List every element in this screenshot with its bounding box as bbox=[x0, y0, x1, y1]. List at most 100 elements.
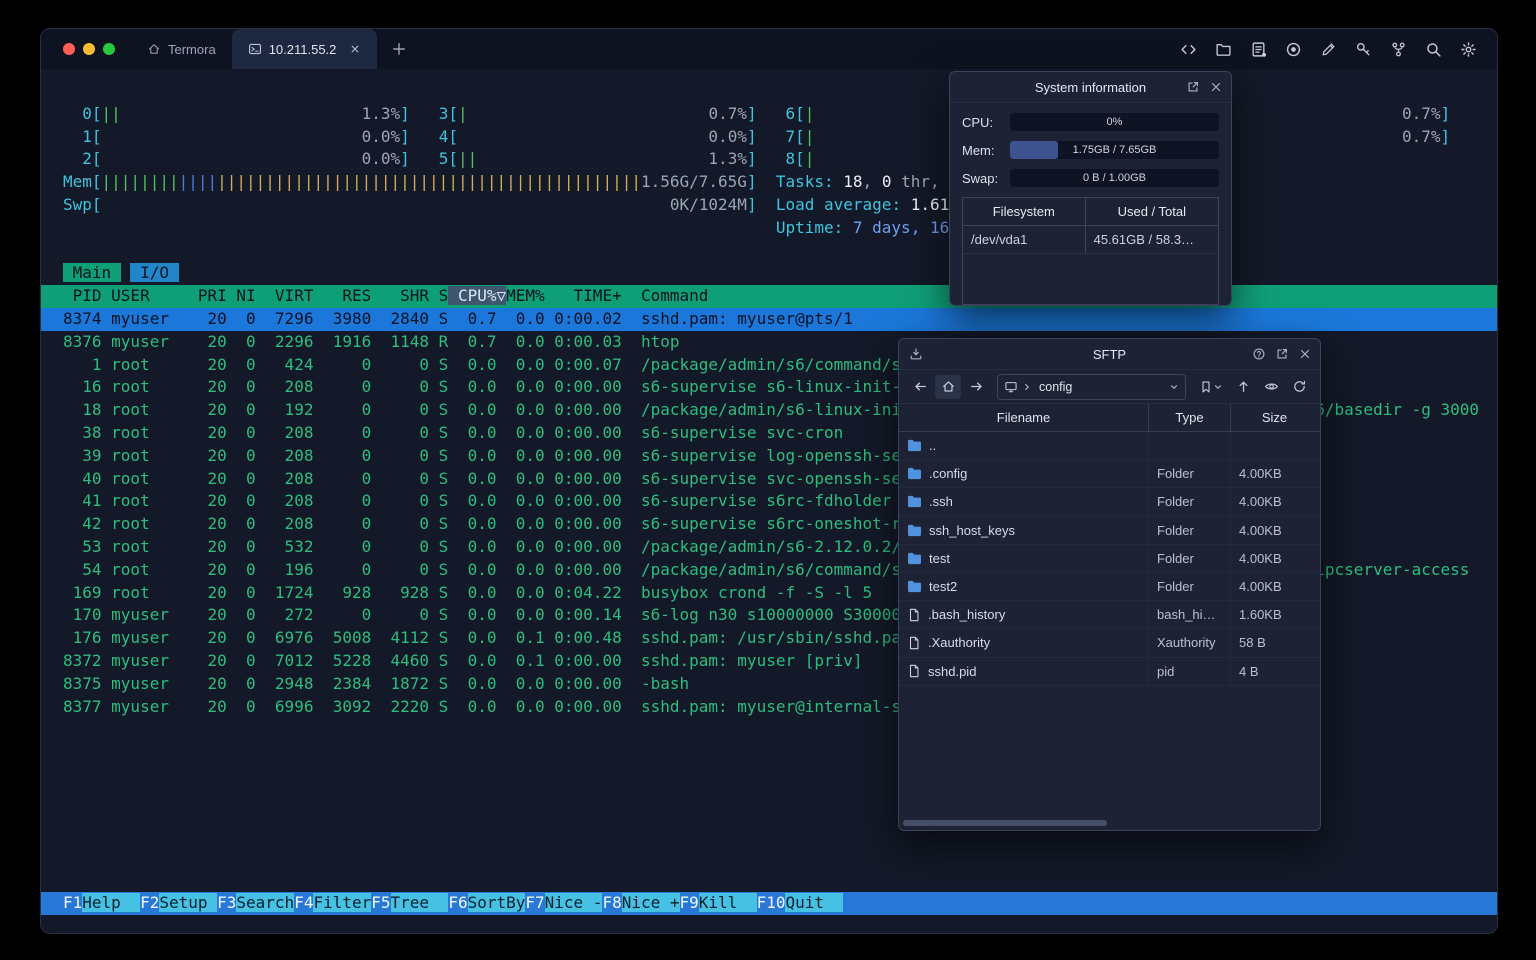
file-size bbox=[1231, 432, 1318, 459]
terminal-line: Mem[||||||||||||||||||||||||||||||||||||… bbox=[63, 172, 1113, 192]
fkey-F3[interactable]: F3 bbox=[217, 893, 236, 912]
fkey-label-F1[interactable]: Help bbox=[82, 893, 141, 913]
sort-column-cpu[interactable]: CPU%▽ bbox=[448, 286, 507, 306]
popout-system-info-button[interactable] bbox=[1186, 80, 1200, 94]
column-size[interactable]: Size bbox=[1231, 404, 1318, 431]
fkey-F1[interactable]: F1 bbox=[63, 893, 82, 912]
fkey-F8[interactable]: F8 bbox=[602, 893, 621, 912]
fkey-F2[interactable]: F2 bbox=[140, 893, 159, 912]
fkey-label-F10[interactable]: Quit bbox=[785, 893, 844, 913]
terminal-line: 1[ 0.0%] 4[ 0.0%] 7[| 0.7%] bbox=[63, 126, 1451, 146]
home-icon bbox=[942, 381, 954, 392]
tab-label: Termora bbox=[168, 41, 216, 57]
process-row-8374[interactable]: 8374 myuser 20 0 7296 3980 2840 S 0.7 0.… bbox=[41, 307, 1497, 331]
back-button[interactable] bbox=[907, 375, 933, 399]
file-row-..[interactable]: .. bbox=[899, 432, 1320, 461]
fs-col-filesystem: Filesystem bbox=[963, 198, 1086, 225]
mem-usage-bar: 1.75GB / 7.65GB bbox=[1010, 141, 1219, 159]
show-hidden-files-button[interactable] bbox=[1258, 375, 1284, 399]
filesystem-row[interactable]: /dev/vda1 45.61GB / 58.3… bbox=[963, 226, 1218, 254]
file-table-header[interactable]: Filename Type Size bbox=[899, 404, 1320, 432]
folder-icon bbox=[908, 524, 921, 536]
folder-icon bbox=[908, 468, 921, 480]
path-segment-config[interactable]: config bbox=[1036, 380, 1075, 394]
search-button[interactable] bbox=[1421, 37, 1446, 62]
column-type[interactable]: Type bbox=[1149, 404, 1231, 431]
close-sftp-button[interactable] bbox=[1298, 347, 1312, 361]
file-row-.Xauthority[interactable]: .Xauthority Xauthority 58 B bbox=[899, 629, 1320, 658]
close-tab-button[interactable] bbox=[349, 43, 361, 55]
refresh-button[interactable] bbox=[1286, 375, 1312, 399]
file-type: Folder bbox=[1149, 488, 1231, 516]
fkey-F5[interactable]: F5 bbox=[371, 893, 390, 912]
file-icon bbox=[909, 636, 919, 650]
fkey-label-F5[interactable]: Tree bbox=[390, 893, 449, 913]
forward-button[interactable] bbox=[963, 375, 989, 399]
zoom-window-button[interactable] bbox=[103, 43, 115, 55]
popout-sftp-button[interactable] bbox=[1275, 347, 1289, 361]
fkey-F7[interactable]: F7 bbox=[525, 893, 544, 912]
file-row-.config[interactable]: .config Folder 4.00KB bbox=[899, 460, 1320, 489]
function-bar[interactable]: F1Help F2Setup F3SearchF4FilterF5Tree F6… bbox=[41, 892, 1497, 915]
scrollbar-thumb[interactable] bbox=[903, 820, 1108, 826]
path-bar[interactable]: config bbox=[997, 373, 1186, 400]
settings-button[interactable] bbox=[1456, 37, 1481, 62]
file-row-test2[interactable]: test2 Folder 4.00KB bbox=[899, 572, 1320, 602]
fkey-label-F4[interactable]: Filter bbox=[313, 893, 372, 913]
branch-button[interactable] bbox=[1386, 37, 1411, 62]
close-icon bbox=[1300, 349, 1310, 359]
transfers-button[interactable] bbox=[909, 347, 923, 361]
file-row-test[interactable]: test Folder 4.00KB bbox=[899, 544, 1320, 573]
column-filename[interactable]: Filename bbox=[899, 404, 1149, 431]
close-icon bbox=[352, 45, 359, 53]
file-row-sshd.pid[interactable]: sshd.pid pid 4 B bbox=[899, 657, 1320, 686]
log-button[interactable] bbox=[1246, 37, 1271, 62]
file-size: 4.00KB bbox=[1239, 579, 1282, 595]
fkey-label-F7[interactable]: Nice - bbox=[544, 893, 603, 913]
fkey-label-F8[interactable]: Nice + bbox=[621, 893, 680, 913]
chevron-down-icon[interactable] bbox=[1169, 382, 1179, 392]
terminal-line: Uptime: 7 days, 16:29:20 bbox=[775, 217, 1008, 237]
key-button[interactable] bbox=[1351, 37, 1376, 62]
system-info-body: CPU: 0% Mem: 1.75GB / 7.65GB Swap: 0 B /… bbox=[950, 103, 1231, 305]
bookmarks-button[interactable] bbox=[1194, 375, 1228, 399]
file-size: 58 B bbox=[1239, 635, 1266, 651]
minimize-window-button[interactable] bbox=[83, 43, 95, 55]
fkey-F4[interactable]: F4 bbox=[294, 893, 313, 912]
edit-icon bbox=[1322, 43, 1335, 55]
file-row-.ssh[interactable]: .ssh Folder 4.00KB bbox=[899, 488, 1320, 517]
help-button[interactable] bbox=[1252, 347, 1266, 361]
fkey-F9[interactable]: F9 bbox=[680, 893, 699, 912]
fkey-label-F3[interactable]: Search bbox=[236, 893, 295, 913]
fkey-F6[interactable]: F6 bbox=[448, 893, 467, 912]
folder-button[interactable] bbox=[1211, 37, 1236, 62]
record-button[interactable] bbox=[1281, 37, 1306, 62]
arrow-left-icon bbox=[914, 382, 926, 391]
computer-icon bbox=[1005, 381, 1017, 392]
system-info-panel: System information CPU: 0% Mem: 1.75GB /… bbox=[949, 71, 1232, 306]
file-row-.bash_history[interactable]: .bash_history bash_hi… 1.60KB bbox=[899, 601, 1320, 630]
file-type: Folder bbox=[1149, 516, 1231, 544]
fkey-label-F2[interactable]: Setup bbox=[159, 893, 218, 913]
process-table-header[interactable]: PID USER PRI NI VIRT RES SHR S CPU%▽MEM%… bbox=[41, 285, 1497, 308]
edit-button[interactable] bbox=[1316, 37, 1341, 62]
app-window: Termora 10.211.55.2 0[|| 1.3%] 3[| 0.7%]… bbox=[40, 28, 1498, 934]
fkey-label-F6[interactable]: SortBy bbox=[467, 893, 526, 913]
terminal-line: Swp[ 0K/1024M] Load average: 1.61 1.20 0… bbox=[63, 194, 1046, 214]
sftp-panel: SFTP config Filename Type Size .. .confi… bbox=[898, 338, 1321, 831]
horizontal-scrollbar[interactable] bbox=[901, 818, 1318, 828]
tab-termora[interactable]: Termora bbox=[131, 29, 232, 69]
new-tab-button[interactable] bbox=[377, 29, 421, 69]
chevron-right-icon bbox=[1025, 383, 1029, 390]
home-directory-button[interactable] bbox=[935, 374, 961, 399]
close-system-info-button[interactable] bbox=[1209, 80, 1223, 94]
file-row-ssh_host_keys[interactable]: ssh_host_keys Folder 4.00KB bbox=[899, 516, 1320, 545]
code-button[interactable] bbox=[1176, 37, 1201, 62]
tab-session-10-211-55-2[interactable]: 10.211.55.2 bbox=[231, 29, 378, 69]
tab-bar: Termora 10.211.55.2 bbox=[131, 29, 421, 69]
up-directory-button[interactable] bbox=[1230, 375, 1256, 399]
fkey-label-F9[interactable]: Kill bbox=[698, 893, 757, 913]
close-window-button[interactable] bbox=[63, 43, 75, 55]
fkey-F10[interactable]: F10 bbox=[757, 893, 786, 912]
